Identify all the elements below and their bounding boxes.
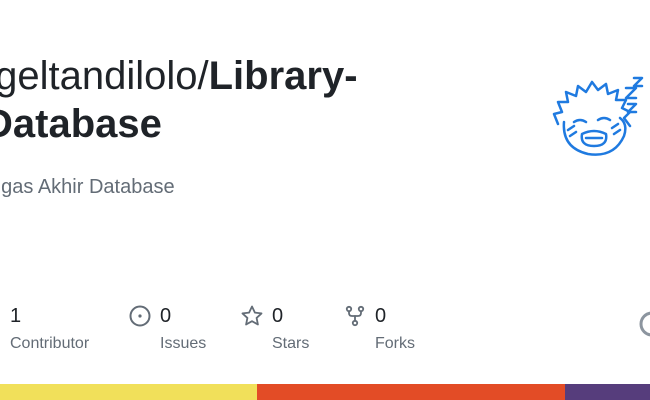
repo-description: ugas Akhir Database: [0, 176, 175, 198]
stars-label: Stars: [272, 335, 310, 352]
repo-owner[interactable]: Igeltandilolo: [0, 54, 198, 98]
github-logo-icon: [638, 310, 650, 338]
star-icon: [240, 304, 264, 328]
contributors-count: 1: [10, 305, 22, 327]
identicon-sleeping-face-icon: [552, 76, 644, 156]
repo-social-card: Igeltandilolo/Library- Database ugas Akhi…: [0, 0, 650, 400]
repo-stats: 1 Contributor 0 Issues 0 Stars 0 Forks: [0, 302, 650, 362]
forks-count: 0: [375, 305, 387, 327]
issues-label: Issues: [160, 335, 207, 352]
language-segment: [256, 384, 565, 400]
repo-name-part2: Database: [0, 102, 162, 146]
language-segment: [564, 384, 650, 400]
stars-count: 0: [272, 305, 284, 327]
issue-icon: [128, 304, 152, 328]
forks-label: Forks: [375, 335, 415, 352]
owner-avatar[interactable]: [548, 74, 648, 164]
issues-count: 0: [160, 305, 172, 327]
repo-separator: /: [197, 54, 209, 98]
language-bar: [0, 384, 650, 400]
fork-icon: [343, 304, 367, 328]
repo-title[interactable]: Igeltandilolo/Library- Database: [0, 52, 504, 148]
language-segment: [0, 384, 257, 400]
contributors-label: Contributor: [10, 335, 90, 352]
repo-name-part1: Library-: [208, 54, 358, 98]
